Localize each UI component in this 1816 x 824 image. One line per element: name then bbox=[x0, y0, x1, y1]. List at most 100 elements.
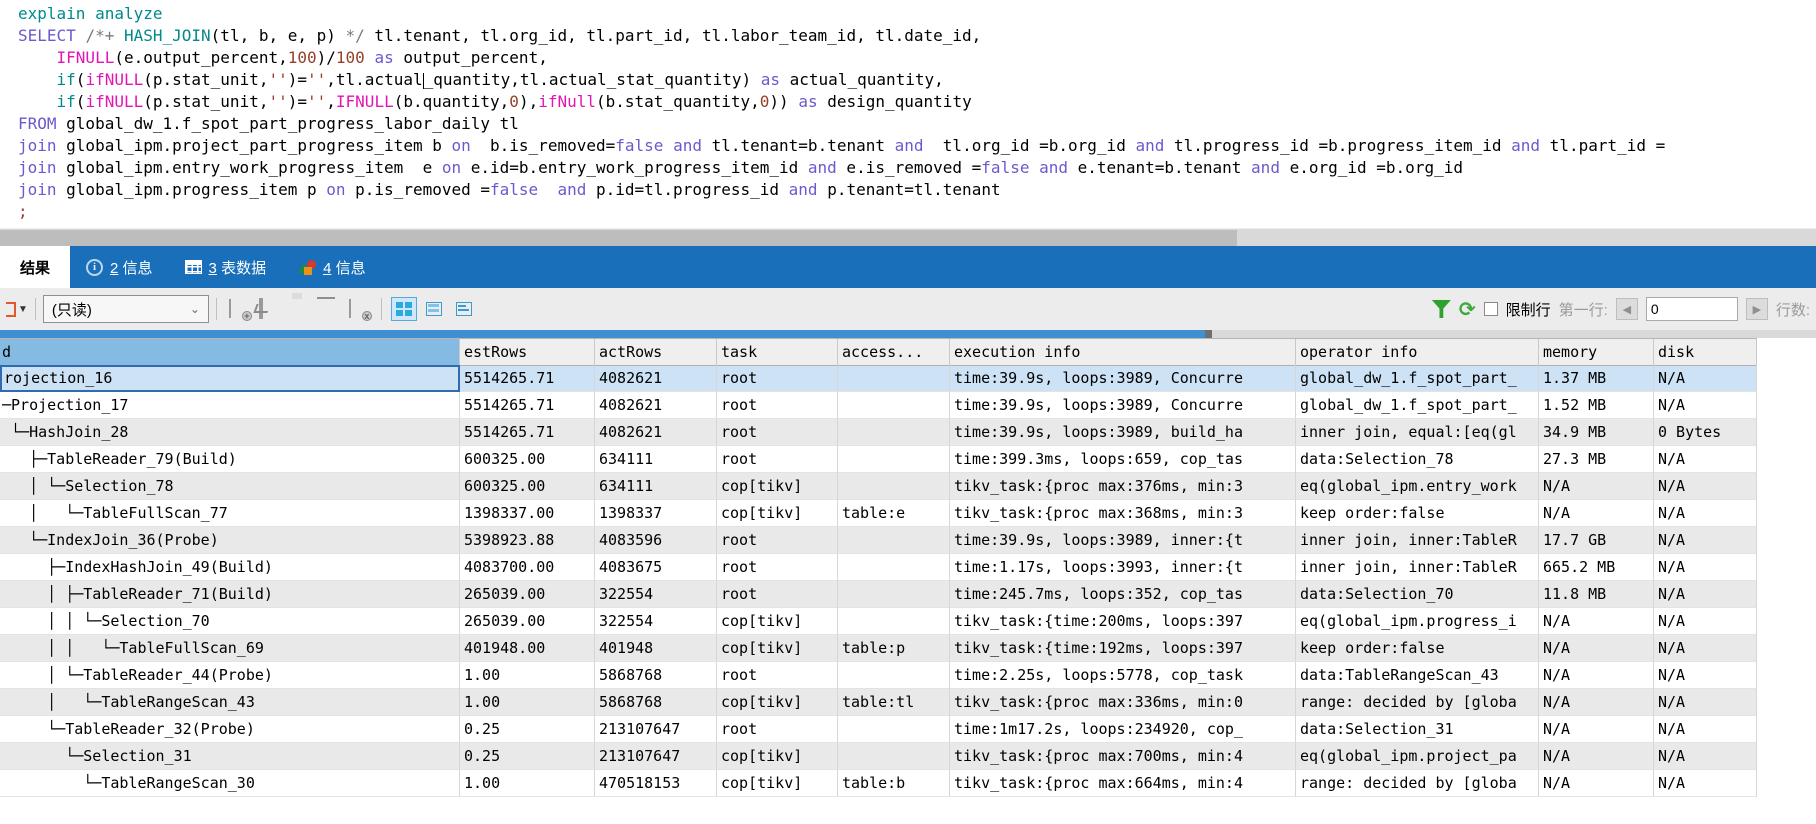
cell-exec[interactable]: tikv_task:{proc max:376ms, min:3 bbox=[950, 473, 1296, 500]
cell-id[interactable]: │ └─TableReader_44(Probe) bbox=[0, 662, 460, 689]
cell-estRows[interactable]: 1.00 bbox=[460, 662, 595, 689]
cell-disk[interactable]: N/A bbox=[1654, 608, 1757, 635]
cell-estRows[interactable]: 5514265.71 bbox=[460, 419, 595, 446]
cell-access[interactable] bbox=[838, 743, 950, 770]
table-row[interactable]: rojection_165514265.714082621roottime:39… bbox=[0, 365, 1757, 392]
add-row-button[interactable]: + bbox=[229, 300, 249, 318]
cell-access[interactable]: table:b bbox=[838, 770, 950, 797]
cell-task[interactable]: root bbox=[717, 716, 838, 743]
cell-disk[interactable]: 0 Bytes bbox=[1654, 419, 1757, 446]
cell-op[interactable]: data:Selection_31 bbox=[1296, 716, 1539, 743]
cell-id[interactable]: ├─IndexHashJoin_49(Build) bbox=[0, 554, 460, 581]
table-row[interactable]: │ └─TableFullScan_771398337.001398337cop… bbox=[0, 500, 1757, 527]
column-header-id[interactable]: d bbox=[0, 339, 460, 366]
cell-estRows[interactable]: 1398337.00 bbox=[460, 500, 595, 527]
delete-row-button[interactable] bbox=[319, 300, 339, 318]
cell-memory[interactable]: 11.8 MB bbox=[1539, 581, 1654, 608]
cell-access[interactable] bbox=[838, 581, 950, 608]
tab-table-data-3[interactable]: 3 表数据 bbox=[169, 246, 283, 288]
cell-task[interactable]: cop[tikv] bbox=[717, 500, 838, 527]
editor-horizontal-scrollbar[interactable] bbox=[0, 228, 1816, 246]
cell-actRows[interactable]: 4082621 bbox=[595, 392, 717, 419]
cell-task[interactable]: cop[tikv] bbox=[717, 608, 838, 635]
cell-op[interactable]: keep order:false bbox=[1296, 635, 1539, 662]
text-view-button[interactable] bbox=[451, 297, 477, 321]
cell-disk[interactable]: N/A bbox=[1654, 689, 1757, 716]
cell-actRows[interactable]: 5868768 bbox=[595, 689, 717, 716]
cell-memory[interactable]: N/A bbox=[1539, 662, 1654, 689]
cell-estRows[interactable]: 0.25 bbox=[460, 743, 595, 770]
table-row[interactable]: ├─IndexHashJoin_49(Build)4083700.0040836… bbox=[0, 554, 1757, 581]
cell-estRows[interactable]: 5514265.71 bbox=[460, 365, 595, 392]
cell-disk[interactable]: N/A bbox=[1654, 581, 1757, 608]
cell-estRows[interactable]: 600325.00 bbox=[460, 446, 595, 473]
cell-op[interactable]: eq(global_ipm.entry_work bbox=[1296, 473, 1539, 500]
table-row[interactable]: ─Projection_175514265.714082621roottime:… bbox=[0, 392, 1757, 419]
cell-task[interactable]: cop[tikv] bbox=[717, 473, 838, 500]
cell-exec[interactable]: time:245.7ms, loops:352, cop_tas bbox=[950, 581, 1296, 608]
cell-op[interactable]: data:Selection_70 bbox=[1296, 581, 1539, 608]
cell-exec[interactable]: time:39.9s, loops:3989, Concurre bbox=[950, 365, 1296, 392]
cell-task[interactable]: cop[tikv] bbox=[717, 770, 838, 797]
cell-disk[interactable]: N/A bbox=[1654, 527, 1757, 554]
cell-task[interactable]: root bbox=[717, 446, 838, 473]
cell-memory[interactable]: 27.3 MB bbox=[1539, 446, 1654, 473]
cell-id[interactable]: │ │ └─Selection_70 bbox=[0, 608, 460, 635]
cell-op[interactable]: global_dw_1.f_spot_part_ bbox=[1296, 392, 1539, 419]
cell-estRows[interactable]: 265039.00 bbox=[460, 608, 595, 635]
cell-id[interactable]: └─Selection_31 bbox=[0, 743, 460, 770]
cell-access[interactable] bbox=[838, 716, 950, 743]
cell-exec[interactable]: time:39.9s, loops:3989, inner:{t bbox=[950, 527, 1296, 554]
column-header-task[interactable]: task bbox=[717, 339, 838, 366]
cell-exec[interactable]: tikv_task:{time:200ms, loops:397 bbox=[950, 608, 1296, 635]
refresh-icon[interactable]: ⟳ bbox=[1459, 300, 1476, 318]
cell-disk[interactable]: N/A bbox=[1654, 716, 1757, 743]
cell-exec[interactable]: tikv_task:{proc max:336ms, min:0 bbox=[950, 689, 1296, 716]
cell-estRows[interactable]: 265039.00 bbox=[460, 581, 595, 608]
cell-op[interactable]: range: decided by [globa bbox=[1296, 770, 1539, 797]
cell-actRows[interactable]: 4082621 bbox=[595, 365, 717, 392]
table-row[interactable]: └─TableRangeScan_301.00470518153cop[tikv… bbox=[0, 770, 1757, 797]
cell-access[interactable] bbox=[838, 662, 950, 689]
table-row[interactable]: └─IndexJoin_36(Probe)5398923.884083596ro… bbox=[0, 527, 1757, 554]
cell-access[interactable]: table:e bbox=[838, 500, 950, 527]
cell-task[interactable]: cop[tikv] bbox=[717, 689, 838, 716]
cell-estRows[interactable]: 1.00 bbox=[460, 689, 595, 716]
cell-disk[interactable]: N/A bbox=[1654, 365, 1757, 392]
cell-actRows[interactable]: 5868768 bbox=[595, 662, 717, 689]
cell-id[interactable]: │ └─TableRangeScan_43 bbox=[0, 689, 460, 716]
cell-actRows[interactable]: 1398337 bbox=[595, 500, 717, 527]
table-row[interactable]: └─HashJoin_285514265.714082621roottime:3… bbox=[0, 419, 1757, 446]
cell-actRows[interactable]: 322554 bbox=[595, 608, 717, 635]
cell-disk[interactable]: N/A bbox=[1654, 662, 1757, 689]
cell-task[interactable]: cop[tikv] bbox=[717, 635, 838, 662]
cell-id[interactable]: └─IndexJoin_36(Probe) bbox=[0, 527, 460, 554]
cell-actRows[interactable]: 213107647 bbox=[595, 716, 717, 743]
cell-actRows[interactable]: 4083675 bbox=[595, 554, 717, 581]
cell-access[interactable] bbox=[838, 392, 950, 419]
cell-task[interactable]: root bbox=[717, 392, 838, 419]
cell-actRows[interactable]: 634111 bbox=[595, 446, 717, 473]
cell-disk[interactable]: N/A bbox=[1654, 446, 1757, 473]
table-row[interactable]: │ └─Selection_78600325.00634111cop[tikv]… bbox=[0, 473, 1757, 500]
cell-access[interactable] bbox=[838, 608, 950, 635]
tab-info-2[interactable]: i 2 信息 bbox=[70, 246, 169, 288]
cell-access[interactable] bbox=[838, 446, 950, 473]
revert-button[interactable]: x bbox=[349, 300, 369, 318]
cell-estRows[interactable]: 0.25 bbox=[460, 716, 595, 743]
cell-access[interactable] bbox=[838, 527, 950, 554]
cell-id[interactable]: │ ├─TableReader_71(Build) bbox=[0, 581, 460, 608]
cell-id[interactable]: └─TableReader_32(Probe) bbox=[0, 716, 460, 743]
column-header-estRows[interactable]: estRows bbox=[460, 339, 595, 366]
cell-disk[interactable]: N/A bbox=[1654, 743, 1757, 770]
next-row-button[interactable]: ▶ bbox=[1746, 298, 1768, 320]
cell-actRows[interactable]: 634111 bbox=[595, 473, 717, 500]
column-header-actRows[interactable]: actRows bbox=[595, 339, 717, 366]
cell-disk[interactable]: N/A bbox=[1654, 500, 1757, 527]
cell-id[interactable]: ├─TableReader_79(Build) bbox=[0, 446, 460, 473]
cell-memory[interactable]: N/A bbox=[1539, 689, 1654, 716]
cell-id[interactable]: ─Projection_17 bbox=[0, 392, 460, 419]
table-row[interactable]: │ └─TableRangeScan_431.005868768cop[tikv… bbox=[0, 689, 1757, 716]
cell-exec[interactable]: tikv_task:{proc max:664ms, min:4 bbox=[950, 770, 1296, 797]
limit-rows-checkbox[interactable] bbox=[1484, 302, 1498, 316]
